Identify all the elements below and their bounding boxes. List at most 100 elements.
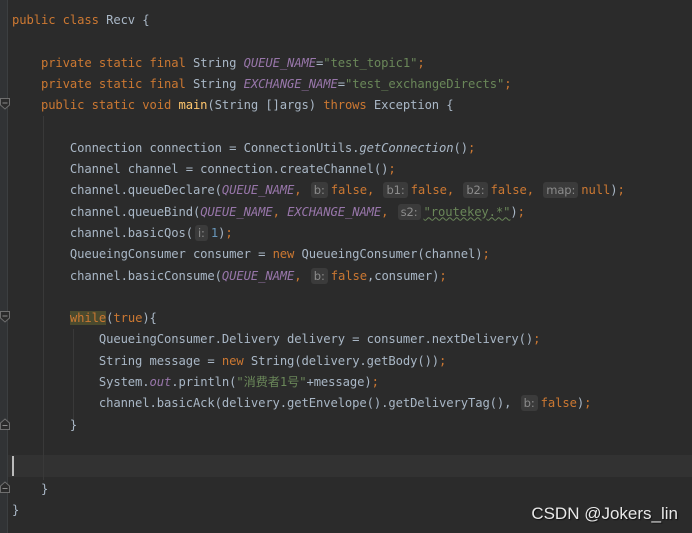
code-line: public static void main(String []args) t… [12, 95, 692, 116]
number-literal: 1 [210, 225, 219, 240]
brace: } [40, 481, 49, 496]
literal: false [410, 183, 447, 198]
code-text: ) [576, 396, 585, 411]
code-line: QueueingConsumer.Delivery delivery = con… [12, 329, 692, 350]
code-line: String message = new String(delivery.get… [12, 351, 692, 372]
code-text: channel.basicConsume( [69, 268, 222, 283]
params: (String []args) [207, 98, 324, 113]
semicolon: ; [225, 225, 233, 240]
semicolon: ; [371, 375, 379, 390]
type: String [192, 55, 244, 70]
semicolon: ; [388, 162, 396, 177]
type: String [192, 76, 244, 91]
code-text: channel.basicAck(delivery.getEnvelope().… [98, 396, 519, 411]
modifiers: public static void [40, 98, 179, 113]
fold-end-icon[interactable] [0, 418, 10, 430]
parameter-hint: b: [310, 267, 328, 284]
parameter-hint: b1: [383, 182, 408, 199]
string-literal: "test_exchangeDirects" [344, 76, 505, 91]
code-line: Connection connection = ConnectionUtils.… [12, 138, 692, 159]
comma: , [366, 183, 382, 198]
code-text: System. [98, 375, 150, 390]
code-line: private static final String EXCHANGE_NAM… [12, 74, 692, 95]
fold-collapse-icon[interactable] [0, 311, 10, 323]
fold-end-icon[interactable] [0, 481, 10, 493]
watermark: CSDN @Jokers_lin [531, 504, 678, 523]
string-literal: "消费者1号" [236, 375, 307, 390]
code-text: .println( [171, 375, 237, 390]
exception-type: Exception { [366, 98, 454, 113]
brace: { [135, 13, 150, 27]
constant-name: QUEUE_NAME [221, 268, 295, 283]
literal: false [540, 396, 577, 411]
parameter-hint: b: [310, 182, 328, 199]
semicolon: ; [617, 183, 625, 198]
code-text: String message = [98, 353, 222, 368]
code-line: System.out.println("消费者1号"+message); [12, 372, 692, 393]
keyword: new [272, 247, 295, 262]
fold-collapse-icon[interactable] [0, 98, 10, 110]
code-line: channel.queueDeclare(QUEUE_NAME, b: false… [12, 180, 692, 201]
semicolon: ; [584, 396, 592, 411]
code-line: channel.basicAck(delivery.getEnvelope().… [12, 393, 692, 414]
literal: false [330, 268, 367, 283]
semicolon: ; [439, 353, 447, 368]
parameter-hint: i: [194, 224, 208, 241]
semicolon: ; [468, 140, 476, 155]
code-line-current[interactable] [12, 457, 692, 478]
code-line: Channel channel = connection.createChann… [12, 159, 692, 180]
code-line: channel.basicConsume(QUEUE_NAME, b: false… [12, 266, 692, 287]
string-literal: "routekey.*" [423, 204, 511, 219]
operator: = [337, 76, 345, 91]
code-editor[interactable]: public class Recv { private static final… [12, 10, 692, 521]
code-text: Connection connection = ConnectionUtils. [69, 140, 360, 155]
parameter-hint: s2: [397, 203, 421, 220]
code-text: ,consumer) [366, 268, 440, 283]
comma: , [446, 183, 462, 198]
modifiers: private static final [40, 55, 193, 70]
constant-name: QUEUE_NAME [200, 204, 273, 219]
code-text: QueueingConsumer(channel) [294, 247, 483, 262]
brace: } [12, 502, 20, 517]
parameter-hint: b2: [463, 182, 488, 199]
parameter-hint: b: [520, 395, 538, 412]
code-line: channel.basicQos(i: 1); [12, 223, 692, 244]
code-text: +message) [306, 375, 372, 390]
literal: true [113, 311, 143, 326]
constant-name: EXCHANGE_NAME [287, 204, 382, 219]
keyword: new [221, 353, 244, 368]
literal: null [581, 183, 611, 198]
keyword-highlighted: while [69, 311, 107, 326]
comma: , [294, 268, 309, 283]
code-text: String(delivery.getBody()) [243, 353, 440, 368]
code-line: QueueingConsumer consumer = new Queueing… [12, 244, 692, 265]
parameter-hint: map: [543, 182, 579, 199]
semicolon: ; [533, 332, 541, 347]
code-text: ) [510, 204, 518, 219]
code-text: () [453, 140, 469, 155]
literal: false [330, 183, 367, 198]
class-name: Recv [106, 13, 136, 27]
code-text: channel.queueBind( [69, 204, 201, 219]
modifiers: private static final [40, 76, 193, 91]
editor-gutter [0, 0, 8, 533]
constant-name: EXCHANGE_NAME [243, 76, 338, 91]
method-name: main [178, 98, 208, 113]
comma: , [272, 204, 288, 219]
code-text: channel.queueDeclare( [69, 183, 222, 198]
semicolon: ; [482, 247, 490, 262]
string-literal: "test_topic1" [323, 55, 418, 70]
keyword: throws [323, 98, 367, 113]
brace: } [69, 417, 78, 432]
comma: , [294, 183, 309, 198]
keyword: public class [12, 13, 107, 27]
code-line: public class Recv { [12, 10, 692, 31]
code-line: while(true){ [12, 308, 692, 329]
constant-name: QUEUE_NAME [221, 183, 295, 198]
literal: false [490, 183, 527, 198]
code-text: channel.basicQos( [69, 225, 193, 240]
